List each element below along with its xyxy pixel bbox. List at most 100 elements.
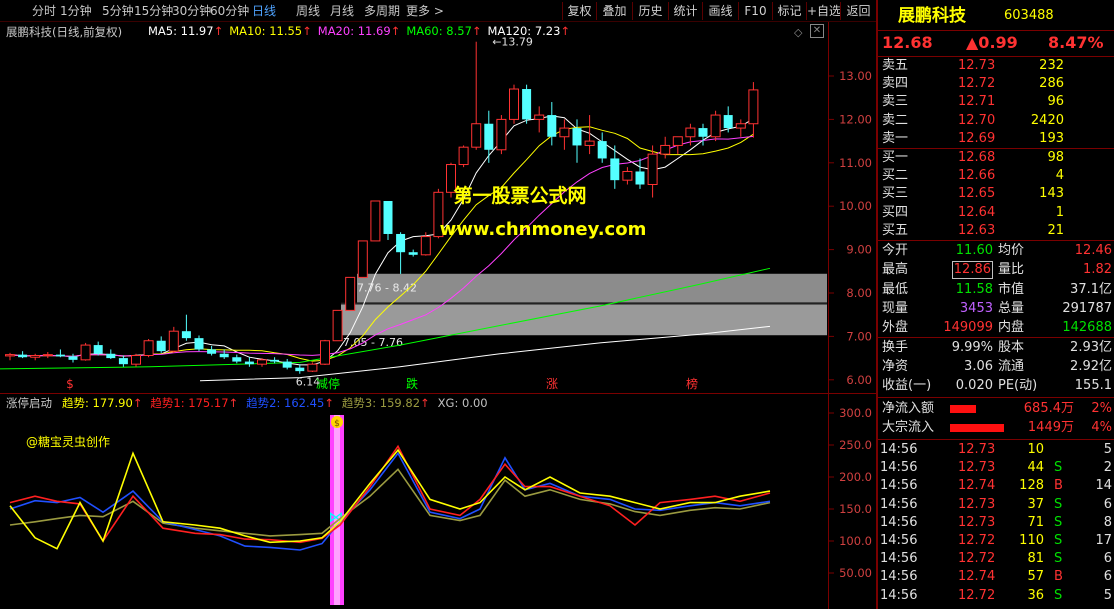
tick-volume: 10 <box>1027 442 1044 457</box>
candle-up <box>748 89 759 125</box>
y-tick-label: 9.00 <box>846 243 872 257</box>
candle-down <box>181 331 191 339</box>
stock-code: 603488 <box>1004 8 1054 23</box>
tick-time: 14:56 <box>880 496 918 512</box>
toolbar-button-7[interactable]: +自选 <box>806 2 841 20</box>
bid-row[interactable]: 买一 12.68 98 <box>878 149 1114 167</box>
candle-down <box>396 233 406 253</box>
zone-label-upper: 7.76 - 8.42 <box>357 281 417 294</box>
stat-value: 12.46 <box>1074 243 1112 258</box>
period-tab-0[interactable]: 分时 <box>32 3 56 19</box>
candle-down <box>244 361 254 365</box>
ask-volume: 96 <box>1047 94 1064 110</box>
flow-amount: 685.4万 <box>1023 401 1074 416</box>
candle-down <box>156 340 166 352</box>
bid-volume: 4 <box>1055 168 1064 184</box>
stat2-value: 3.06 <box>964 359 993 374</box>
ask-row[interactable]: 卖四 12.72 286 <box>878 75 1114 93</box>
stat2-row: 净资 3.06 流通 2.92亿 <box>878 358 1114 376</box>
tick-row: 14:56 12.72 110 S 17 <box>878 532 1114 550</box>
period-tab-1[interactable]: 1分钟 <box>60 3 92 19</box>
ask-row[interactable]: 卖三 12.71 96 <box>878 93 1114 111</box>
quote-panel: 展鹏科技 603488 12.68 ▲0.99 8.47% 卖五 12.73 232… <box>876 0 1114 609</box>
stat2-row: 收益(一) 0.020 PE(动) 155.1 <box>878 377 1114 395</box>
ind-y-tick-label: 100.0 <box>839 534 872 548</box>
trend2-line <box>9 451 771 551</box>
bid-row[interactable]: 买五 12.63 21 <box>878 222 1114 240</box>
stat2-value: 2.93亿 <box>1070 340 1112 355</box>
y-tick-label: 8.00 <box>846 286 872 300</box>
period-tab-8[interactable]: 月线 <box>330 3 354 19</box>
toolbar-button-4[interactable]: 画线 <box>702 2 738 20</box>
tick-volume: 81 <box>1027 551 1044 567</box>
candle-down <box>698 128 708 137</box>
stat-value: 37.1亿 <box>1070 281 1112 297</box>
candle-up <box>735 123 746 129</box>
period-tab-7[interactable]: 周线 <box>296 3 320 19</box>
candle-up <box>509 88 519 120</box>
stat-row: 外盘 149099 内盘 142688 <box>878 319 1114 337</box>
ask-row[interactable]: 卖一 12.69 193 <box>878 130 1114 148</box>
stat-label: 最低 <box>882 281 909 297</box>
indicator-canvas: 300.0250.0200.0150.0100.050.00$⋈ <box>9 406 872 605</box>
ask-price: 12.73 <box>958 58 996 73</box>
candle-up <box>458 146 469 166</box>
stat-row: 最低 11.58 市值 37.1亿 <box>878 281 1114 299</box>
candle-up <box>320 340 330 365</box>
ask-label: 卖四 <box>882 76 909 92</box>
toolbar-button-5[interactable]: F10 <box>738 2 772 20</box>
toolbar-button-6[interactable]: 标记 <box>772 2 806 20</box>
flow-row: 净流入额 685.4万 2% <box>878 400 1114 418</box>
candle-up <box>496 118 507 151</box>
stat-row: 现量 3453 总量 291787 <box>878 300 1114 318</box>
indicator-chart[interactable]: 涨停启动 趋势: 177.90↑ 趋势1: 175.17↑ 趋势2: 162.45↑ 趋… <box>0 393 876 609</box>
ask-label: 卖五 <box>882 58 909 73</box>
tick-side: S <box>1054 496 1063 512</box>
tick-volume: 37 <box>1027 496 1044 512</box>
tick-count: 17 <box>1095 533 1112 548</box>
tick-price: 12.72 <box>958 551 996 567</box>
stat-value: 3453 <box>959 300 993 316</box>
tick-time: 14:56 <box>880 569 918 585</box>
ask-row[interactable]: 卖二 12.70 2420 <box>878 112 1114 130</box>
zone-label-lower: 7.05 - 7.76 <box>343 336 403 349</box>
tick-row: 14:56 12.74 57 B 6 <box>878 568 1114 586</box>
bid-row[interactable]: 买三 12.65 143 <box>878 185 1114 203</box>
toolbar-button-3[interactable]: 统计 <box>668 2 702 20</box>
period-tab-10[interactable]: 更多 > <box>406 3 444 19</box>
period-tab-3[interactable]: 15分钟 <box>134 3 173 19</box>
signal-marker: 减停 <box>316 376 340 391</box>
bid-label: 买一 <box>882 150 909 165</box>
period-tab-4[interactable]: 30分钟 <box>172 3 211 19</box>
bid-row[interactable]: 买四 12.64 1 <box>878 204 1114 222</box>
period-tab-9[interactable]: 多周期 <box>364 3 400 19</box>
stat-label: 今开 <box>882 243 909 258</box>
stat-value: 1.82 <box>1083 262 1112 278</box>
toolbar-button-2[interactable]: 历史 <box>632 2 668 20</box>
kline-chart[interactable]: 展鹏科技(日线,前复权) MA5: 11.97↑ MA10: 11.55↑ MA20… <box>0 22 876 394</box>
tick-price: 12.72 <box>958 587 996 603</box>
toolbar-button-0[interactable]: 复权 <box>562 2 596 20</box>
tick-time: 14:56 <box>880 551 918 567</box>
stat2-value: 2.92亿 <box>1070 359 1112 374</box>
candle-up <box>622 170 633 181</box>
period-tab-2[interactable]: 5分钟 <box>102 3 134 19</box>
candle-down <box>295 367 305 372</box>
bid-label: 买三 <box>882 186 909 202</box>
candle-up <box>420 236 431 256</box>
tick-count: 2 <box>1103 460 1112 476</box>
stat-value: 291787 <box>1062 300 1112 316</box>
toolbar-button-1[interactable]: 叠加 <box>596 2 632 20</box>
bid-row[interactable]: 买二 12.66 4 <box>878 167 1114 185</box>
period-tab-5[interactable]: 60分钟 <box>210 3 249 19</box>
ask-label: 卖三 <box>882 94 909 110</box>
tick-side: S <box>1054 533 1063 548</box>
candle-up <box>710 114 721 138</box>
toolbar-button-8[interactable]: 返回 <box>840 2 876 20</box>
tick-price: 12.73 <box>958 460 996 476</box>
candle-up <box>30 354 41 358</box>
tick-row: 14:56 12.73 44 S 2 <box>878 459 1114 477</box>
ask-row[interactable]: 卖五 12.73 232 <box>878 57 1114 75</box>
candle-up <box>660 144 671 155</box>
period-tab-6[interactable]: 日线 <box>252 3 276 19</box>
